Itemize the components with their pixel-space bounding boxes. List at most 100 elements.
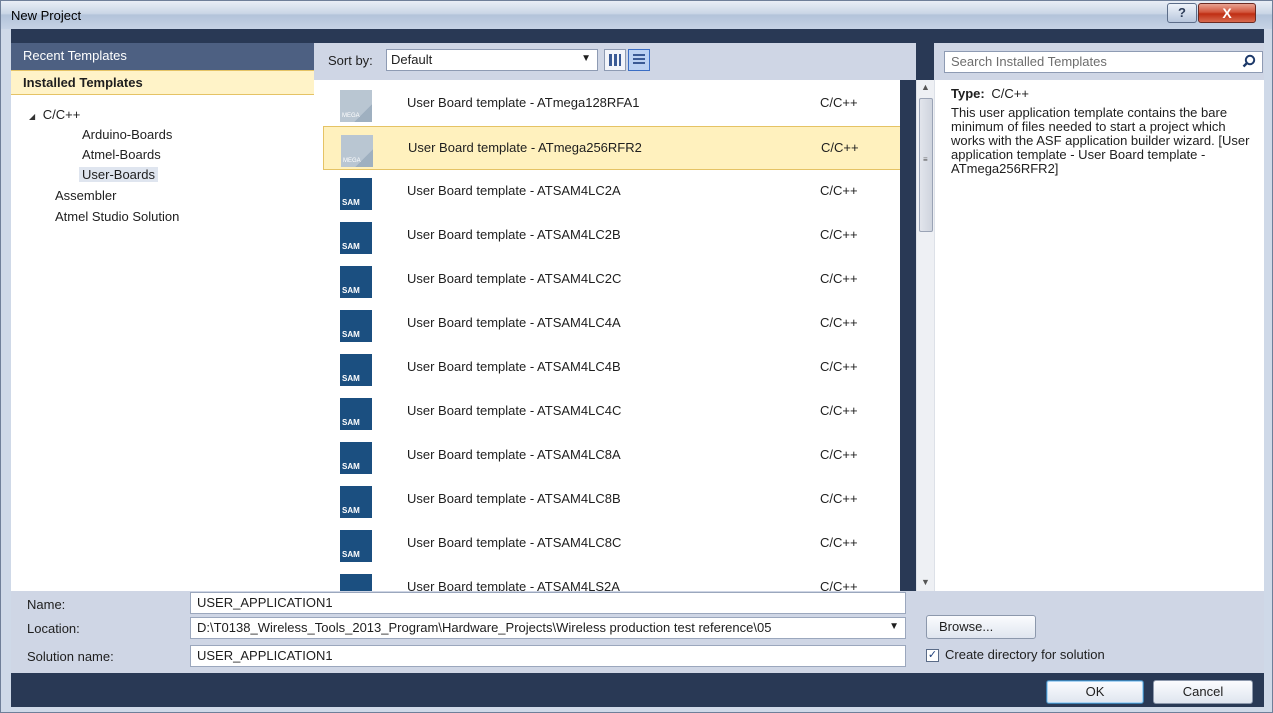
small-icons-view-icon (609, 54, 621, 66)
template-row[interactable]: User Board template - ATSAM4LC4B C/C++ (323, 346, 900, 390)
tree-item-cpp-label: C/C++ (42, 107, 81, 122)
template-name: User Board template - ATmega256RFR2 (408, 140, 642, 155)
template-name: User Board template - ATSAM4LC8C (407, 535, 622, 550)
template-language: C/C++ (820, 535, 858, 550)
template-type: Type: C/C++ (951, 86, 1029, 101)
dialog-body: Recent Templates Installed Templates ◢ C… (11, 29, 1264, 707)
close-button[interactable]: X (1198, 3, 1256, 23)
template-name: User Board template - ATSAM4LC2A (407, 183, 621, 198)
template-name: User Board template - ATSAM4LC4B (407, 359, 621, 374)
template-language: C/C++ (820, 579, 858, 591)
template-language: C/C++ (820, 315, 858, 330)
template-row[interactable]: User Board template - ATSAM4LC4C C/C++ (323, 390, 900, 434)
ok-button[interactable]: OK (1046, 680, 1144, 704)
sort-by-dropdown[interactable]: Default ▼ (386, 49, 598, 71)
scroll-up-icon[interactable]: ▲ (921, 82, 930, 92)
mega-chip-icon (341, 135, 373, 167)
template-language: C/C++ (820, 403, 858, 418)
template-list-scrollbar[interactable]: ▲ ≡ ▼ (916, 80, 934, 591)
sam-chip-icon (340, 442, 372, 474)
template-language: C/C++ (820, 183, 858, 198)
sam-chip-icon (340, 530, 372, 562)
sam-chip-icon (340, 310, 372, 342)
name-input[interactable]: USER_APPLICATION1 (190, 592, 906, 614)
template-language: C/C++ (820, 227, 858, 242)
title-bar: New Project ? X (1, 1, 1272, 29)
grip-icon: ≡ (923, 155, 928, 164)
expand-arrow-icon[interactable]: ◢ (29, 112, 35, 121)
template-row[interactable]: User Board template - ATSAM4LC8C C/C++ (323, 522, 900, 566)
window-title: New Project (11, 8, 82, 23)
template-name: User Board template - ATSAM4LC4C (407, 403, 622, 418)
browse-button[interactable]: Browse... (926, 615, 1036, 639)
tree-item-atmel-boards[interactable]: Atmel-Boards (82, 147, 161, 162)
template-row[interactable]: User Board template - ATSAM4LC8A C/C++ (323, 434, 900, 478)
sam-chip-icon (340, 354, 372, 386)
cancel-button[interactable]: Cancel (1153, 680, 1253, 704)
template-row[interactable]: User Board template - ATSAM4LC2C C/C++ (323, 258, 900, 302)
search-templates-input[interactable]: Search Installed Templates (944, 51, 1263, 73)
project-form: Name: USER_APPLICATION1 Location: D:\T01… (11, 591, 1264, 673)
solution-name-input[interactable]: USER_APPLICATION1 (190, 645, 906, 667)
search-placeholder: Search Installed Templates (951, 54, 1107, 69)
small-icons-view-button[interactable] (604, 49, 626, 71)
scroll-down-icon[interactable]: ▼ (921, 577, 930, 587)
scroll-thumb[interactable]: ≡ (919, 98, 933, 232)
template-row[interactable]: User Board template - ATmega128RFA1 C/C+… (323, 82, 900, 126)
details-view-button[interactable] (628, 49, 650, 71)
details-view-icon (633, 54, 645, 66)
template-row-selected[interactable]: User Board template - ATmega256RFR2 C/C+… (323, 126, 900, 170)
chevron-down-icon[interactable]: ▼ (889, 621, 899, 632)
template-language: C/C++ (820, 95, 858, 110)
location-value: D:\T0138_Wireless_Tools_2013_Program\Har… (197, 620, 772, 635)
template-language: C/C++ (820, 447, 858, 462)
template-name: User Board template - ATSAM4LC4A (407, 315, 621, 330)
type-value: C/C++ (991, 86, 1029, 101)
tree-item-atmel-studio-solution[interactable]: Atmel Studio Solution (55, 209, 179, 224)
template-language: C/C++ (820, 271, 858, 286)
new-project-dialog: New Project ? X Recent Templates Install… (0, 0, 1273, 713)
help-button[interactable]: ? (1167, 3, 1197, 23)
tree-item-cpp[interactable]: ◢ C/C++ (29, 107, 80, 122)
create-directory-label[interactable]: Create directory for solution (945, 647, 1105, 662)
tree-item-arduino-boards[interactable]: Arduino-Boards (82, 127, 172, 142)
type-label: Type: (951, 86, 985, 101)
template-category-pane: Recent Templates Installed Templates ◢ C… (11, 43, 314, 591)
template-language: C/C++ (821, 140, 859, 155)
search-icon[interactable] (1242, 54, 1256, 68)
template-name: User Board template - ATmega128RFA1 (407, 95, 640, 110)
name-label: Name: (27, 597, 66, 612)
sam-chip-icon (340, 486, 372, 518)
template-name: User Board template - ATSAM4LC2C (407, 271, 622, 286)
template-name: User Board template - ATSAM4LS2A (407, 579, 620, 591)
template-row-partial[interactable]: User Board template - ATSAM4LS2A C/C++ (323, 566, 900, 591)
recent-templates-header[interactable]: Recent Templates (11, 43, 314, 70)
template-row[interactable]: User Board template - ATSAM4LC4A C/C++ (323, 302, 900, 346)
template-name: User Board template - ATSAM4LC8A (407, 447, 621, 462)
template-list: User Board template - ATmega128RFA1 C/C+… (314, 80, 900, 591)
sort-by-value: Default (391, 52, 433, 67)
location-label: Location: (27, 621, 80, 636)
sam-chip-icon (340, 266, 372, 298)
tree-item-user-boards[interactable]: User-Boards (79, 167, 158, 182)
sort-toolbar: Sort by: Default ▼ (314, 43, 916, 80)
template-details-pane: Type: C/C++ This user application templa… (934, 80, 1264, 591)
sam-chip-icon (340, 574, 372, 591)
mega-chip-icon (340, 90, 372, 122)
solution-name-label: Solution name: (27, 649, 114, 664)
template-name: User Board template - ATSAM4LC2B (407, 227, 621, 242)
template-language: C/C++ (820, 359, 858, 374)
installed-templates-header[interactable]: Installed Templates (11, 70, 314, 95)
template-language: C/C++ (820, 491, 858, 506)
template-row[interactable]: User Board template - ATSAM4LC2A C/C++ (323, 170, 900, 214)
tree-item-assembler[interactable]: Assembler (55, 188, 116, 203)
template-row[interactable]: User Board template - ATSAM4LC8B C/C++ (323, 478, 900, 522)
location-combobox[interactable]: D:\T0138_Wireless_Tools_2013_Program\Har… (190, 617, 906, 639)
sam-chip-icon (340, 178, 372, 210)
template-row[interactable]: User Board template - ATSAM4LC2B C/C++ (323, 214, 900, 258)
create-directory-checkbox[interactable]: ✓ (926, 649, 939, 662)
search-bar: Search Installed Templates (934, 43, 1264, 80)
template-description: This user application template contains … (951, 105, 1250, 176)
chevron-down-icon: ▼ (581, 53, 591, 64)
sam-chip-icon (340, 222, 372, 254)
